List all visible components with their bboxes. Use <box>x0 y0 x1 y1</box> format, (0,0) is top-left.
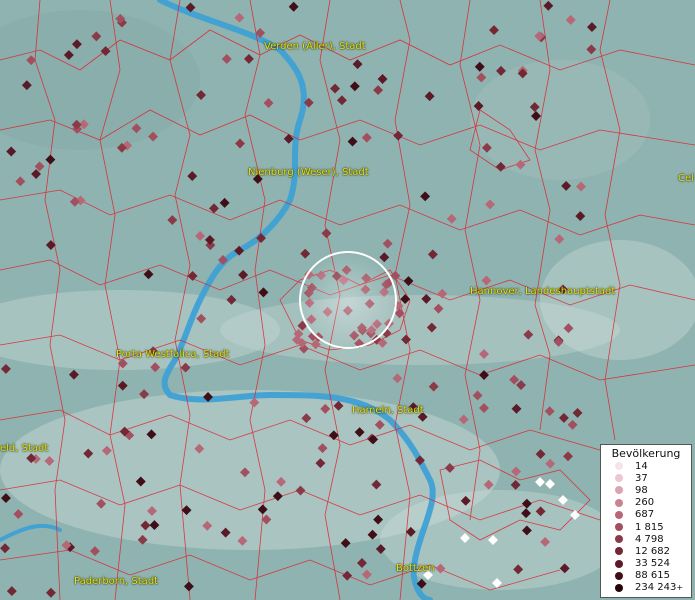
legend-entry: 88 615 <box>601 570 691 582</box>
legend-label: 1 815 <box>635 521 664 533</box>
legend-title: Bevölkerung <box>611 447 681 460</box>
legend-entry: 33 524 <box>601 558 691 570</box>
legend-entry: 98 <box>601 484 691 496</box>
legend-swatch <box>615 510 623 519</box>
legend-entry: 37 <box>601 472 691 484</box>
city-label-porta-westfalica[interactable]: Porta Westfalica, Stadt <box>116 349 230 360</box>
legend-label: 37 <box>635 472 648 484</box>
legend-label: 12 682 <box>635 545 670 557</box>
legend-entry: 687 <box>601 509 691 521</box>
city-label-nienburg[interactable]: Nienburg (Weser), Stadt <box>248 167 369 178</box>
legend-label: 4 798 <box>635 533 664 545</box>
city-label-bielefeld[interactable]: eld, Stadt <box>0 443 48 454</box>
city-label-paderborn[interactable]: Paderborn, Stadt <box>74 576 158 587</box>
city-label-celle[interactable]: Cel <box>678 173 694 184</box>
legend-label: 687 <box>635 509 655 521</box>
legend-swatch <box>615 559 623 568</box>
legend-label: 260 <box>635 497 655 509</box>
highlight-circle[interactable] <box>299 251 397 349</box>
legend-swatch <box>615 535 623 544</box>
legend-swatch <box>615 498 623 507</box>
legend-label: 33 524 <box>635 558 670 570</box>
legend-swatch <box>615 486 623 495</box>
map-canvas[interactable] <box>0 0 695 600</box>
legend-swatch <box>615 583 623 592</box>
legend-entry: 14 <box>601 460 691 472</box>
city-label-bottzen[interactable]: Bottzen <box>396 563 435 574</box>
legend-entry: 1 815 <box>601 521 691 533</box>
legend-label: 98 <box>635 484 648 496</box>
legend-suffix: + <box>676 583 684 593</box>
legend-entry: 234 243 + <box>601 582 691 594</box>
city-label-hameln[interactable]: Hameln, Stadt <box>352 405 424 416</box>
legend-swatch <box>615 523 623 532</box>
legend-entry: 12 682 <box>601 545 691 557</box>
legend-label: 88 615 <box>635 570 670 582</box>
legend-swatch <box>615 474 623 483</box>
city-label-hannover[interactable]: Hannover, Landeshauptstadt <box>470 286 615 297</box>
legend-entry: 260 <box>601 497 691 509</box>
legend-swatch <box>615 462 623 471</box>
legend-swatch <box>615 571 623 580</box>
legend-label: 14 <box>635 460 648 472</box>
legend-swatch <box>615 547 623 556</box>
city-label-verden[interactable]: Verden (Aller), Stadt <box>264 41 366 52</box>
population-legend: Bevölkerung 14 37 98 260 687 1 815 4 798 12 682… <box>600 444 692 598</box>
legend-entry: 4 798 <box>601 533 691 545</box>
legend-label: 234 243 <box>635 582 677 594</box>
